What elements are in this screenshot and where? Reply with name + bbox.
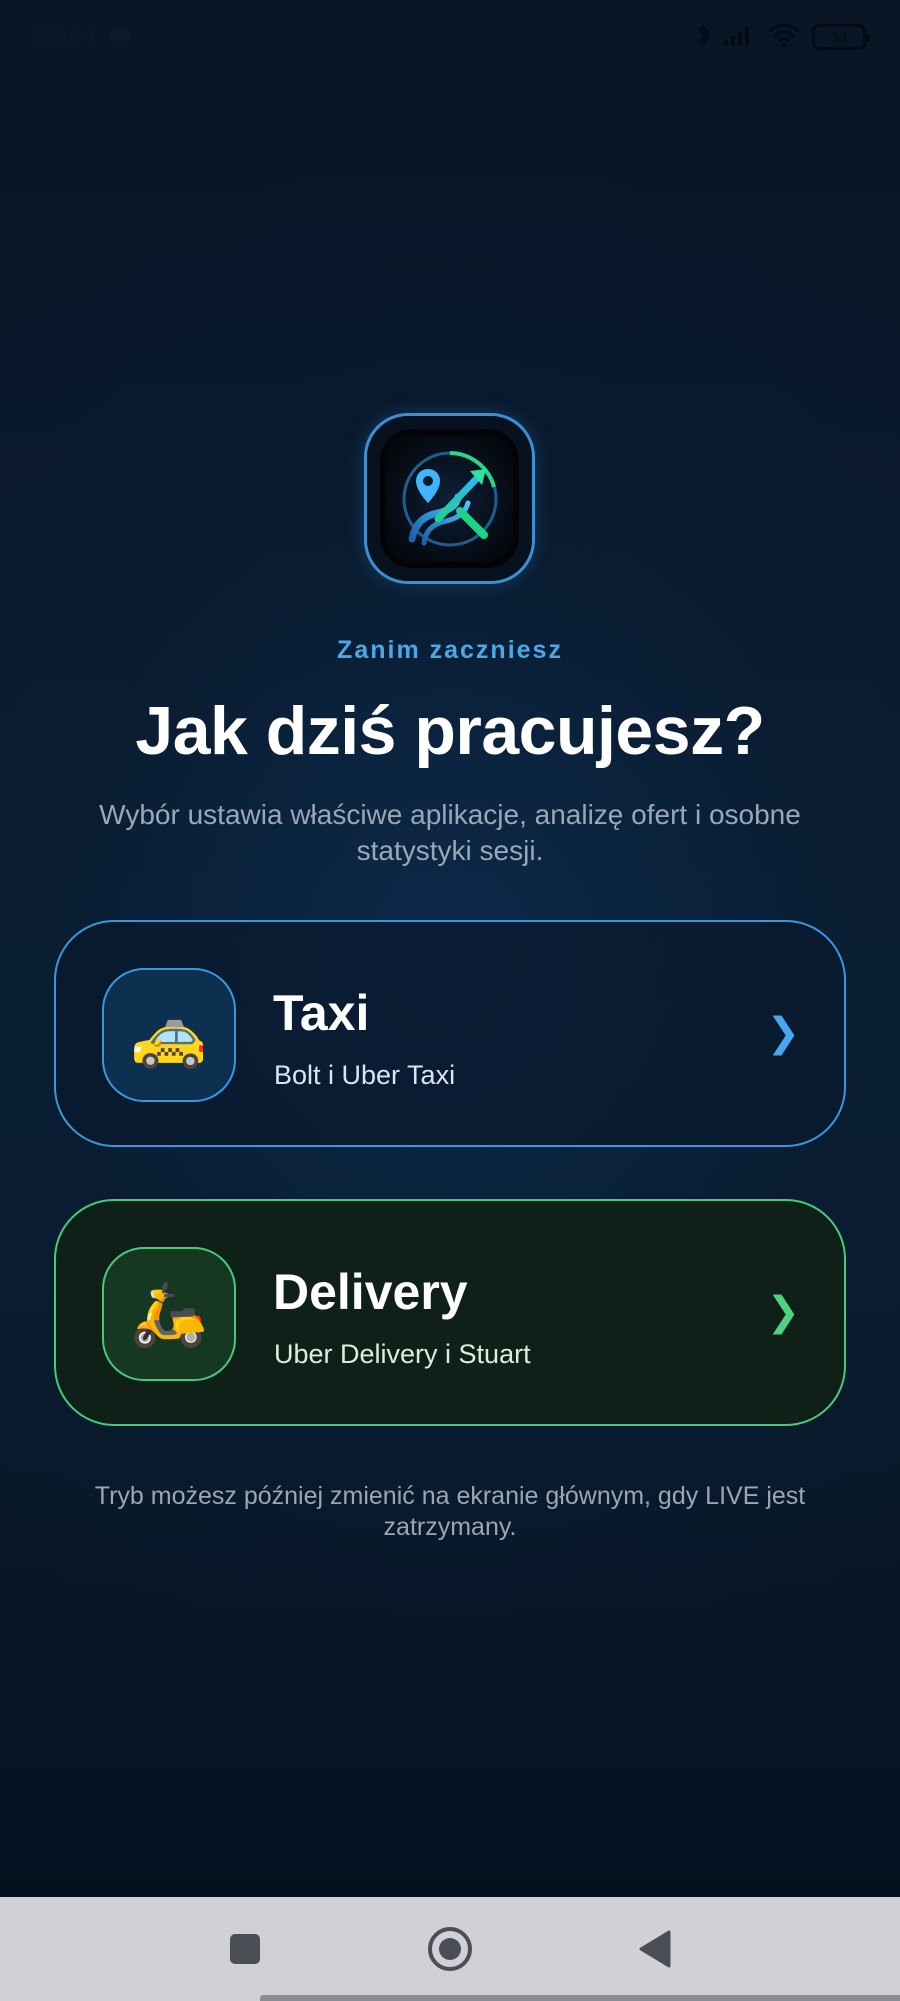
back-triangle-icon: [639, 1930, 671, 1968]
taxi-icon: 🚕: [102, 968, 236, 1102]
mode-card-taxi[interactable]: 🚕 Taxi Bolt i Uber Taxi ❯: [54, 920, 846, 1147]
chevron-right-icon: ❯: [766, 1290, 800, 1334]
square-icon: [230, 1934, 260, 1964]
back-button[interactable]: [625, 1919, 685, 1979]
app-logo: [364, 413, 535, 584]
gesture-bar: [260, 1995, 900, 2001]
home-button[interactable]: [420, 1919, 480, 1979]
route-radar-icon: [402, 450, 497, 546]
system-nav-bar: [0, 1897, 900, 2001]
status-time: 23:44: [34, 23, 96, 50]
mode-card-subtitle: Uber Delivery i Stuart: [274, 1339, 531, 1369]
wifi-icon: [766, 21, 802, 54]
recents-button[interactable]: [215, 1919, 275, 1979]
battery-icon: 33: [812, 24, 870, 50]
page-title: Jak dziś pracujesz?: [135, 693, 765, 769]
app-screen: 23:44 33 Zanim zaczniesz Jak dziś pracuj…: [0, 0, 900, 1897]
circle-icon: [428, 1927, 472, 1971]
scooter-icon: 🛵: [102, 1247, 236, 1381]
notification-icon: [109, 27, 131, 48]
footnote: Tryb możesz później zmienić na ekranie g…: [94, 1482, 806, 1541]
status-left: 23:44: [34, 23, 131, 51]
status-bar: 23:44 33: [0, 0, 900, 74]
mode-card-title: Taxi: [273, 985, 370, 1041]
status-right: 33: [694, 21, 870, 54]
signal-icon: [722, 22, 756, 53]
logo-inner: [380, 429, 519, 568]
chevron-right-icon: ❯: [766, 1011, 800, 1055]
page-subtitle: Wybór ustawia właściwe aplikacje, analiz…: [99, 799, 801, 866]
mode-card-subtitle: Bolt i Uber Taxi: [274, 1060, 456, 1090]
mode-card-title: Delivery: [273, 1264, 468, 1320]
bluetooth-icon: [694, 21, 712, 54]
mode-card-delivery[interactable]: 🛵 Delivery Uber Delivery i Stuart ❯: [54, 1199, 846, 1426]
kicker-label: Zanim zaczniesz: [337, 636, 563, 664]
